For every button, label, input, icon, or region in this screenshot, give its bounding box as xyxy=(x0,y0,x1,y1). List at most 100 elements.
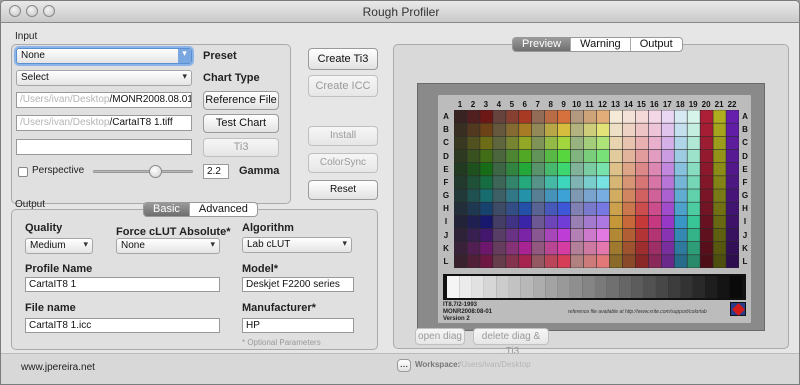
ti3-file-path[interactable] xyxy=(16,139,192,155)
test-chart-path[interactable]: /Users/ivan/Desktop/CartaIT8 1.tiff xyxy=(16,115,192,131)
color-patch xyxy=(454,189,467,202)
color-patch xyxy=(583,123,597,137)
site-link[interactable]: www.jpereira.net xyxy=(21,362,95,373)
color-patch xyxy=(726,176,739,189)
row-label: J xyxy=(443,230,449,240)
color-patch xyxy=(609,123,623,137)
algorithm-select-value: Lab cLUT xyxy=(247,239,291,250)
reference-file-button[interactable]: Reference File xyxy=(203,91,279,110)
create-ti3-button[interactable]: Create Ti3 xyxy=(308,48,378,70)
file-name-input[interactable] xyxy=(25,318,220,333)
reset-button[interactable]: Reset xyxy=(308,180,378,200)
color-patch xyxy=(493,123,506,137)
gamma-slider[interactable] xyxy=(93,165,193,178)
color-patch xyxy=(544,110,558,123)
color-patch xyxy=(700,241,713,255)
perspective-checkbox[interactable] xyxy=(18,167,28,177)
reference-file-path[interactable]: /Users/ivan/Desktop/MONR2008.08.01 xyxy=(16,92,192,108)
color-patch xyxy=(493,110,506,123)
color-patch xyxy=(609,162,623,176)
profile-name-input[interactable] xyxy=(25,277,220,292)
quality-select[interactable]: Medium ▾ xyxy=(25,238,93,254)
color-patch xyxy=(687,189,700,202)
chevron-down-icon: ▾ xyxy=(182,71,187,81)
color-patch xyxy=(480,255,493,268)
color-patch xyxy=(480,136,493,150)
color-patch xyxy=(480,110,493,123)
tab-advanced[interactable]: Advanced xyxy=(190,203,257,216)
tab-warning[interactable]: Warning xyxy=(571,38,631,51)
row-label: H xyxy=(742,204,748,214)
colorsync-button[interactable]: ColorSync xyxy=(308,153,378,173)
color-patch xyxy=(726,255,739,268)
gamma-input[interactable] xyxy=(203,164,229,179)
color-patch xyxy=(570,136,584,150)
input-group-label: Input xyxy=(15,31,38,42)
color-patch xyxy=(687,215,700,229)
color-patch xyxy=(519,228,532,242)
row-label: D xyxy=(742,151,748,161)
algorithm-select[interactable]: Lab cLUT ▾ xyxy=(242,237,352,253)
force-clut-label: Force cLUT Absolute* xyxy=(116,226,231,238)
color-patch xyxy=(493,136,506,150)
gamma-slider-knob[interactable] xyxy=(149,165,162,178)
row-label: A xyxy=(443,112,449,121)
color-patch xyxy=(713,202,726,216)
color-patch xyxy=(713,255,726,268)
tab-output[interactable]: Output xyxy=(631,38,682,51)
color-patch xyxy=(467,255,480,268)
force-clut-select[interactable]: None ▾ xyxy=(116,238,220,254)
color-patch xyxy=(480,241,493,255)
color-patch xyxy=(661,162,674,176)
color-patch xyxy=(661,110,674,123)
color-patch xyxy=(532,202,545,216)
color-patch xyxy=(713,228,726,242)
color-patch xyxy=(700,162,713,176)
color-patch xyxy=(570,149,584,163)
color-patch xyxy=(713,136,726,150)
color-patch xyxy=(454,228,467,242)
row-label: H xyxy=(443,204,449,214)
color-patch xyxy=(544,176,558,189)
tab-preview[interactable]: Preview xyxy=(513,38,572,51)
manufacturer-input[interactable] xyxy=(242,318,354,333)
grey-patch xyxy=(655,276,669,298)
tab-basic[interactable]: Basic xyxy=(144,203,190,216)
color-patch xyxy=(544,215,558,229)
color-patch xyxy=(726,123,739,137)
delete-diag-button[interactable]: delete diag & .Ti3 xyxy=(473,328,549,357)
chart-type-select[interactable]: Select ▾ xyxy=(16,70,192,86)
color-patch xyxy=(467,215,480,229)
title-bar: Rough Profiler xyxy=(1,1,799,23)
color-patch xyxy=(480,228,493,242)
create-icc-button[interactable]: Create ICC xyxy=(308,75,378,97)
row-label: F xyxy=(443,177,449,187)
color-patch xyxy=(493,162,506,176)
color-patch xyxy=(635,149,649,163)
color-patch xyxy=(726,136,739,150)
color-patch xyxy=(687,123,700,137)
color-patch xyxy=(506,241,519,255)
color-patch xyxy=(622,110,636,123)
model-input[interactable] xyxy=(242,277,354,292)
color-patch xyxy=(532,255,545,268)
ti3-button[interactable]: Ti3 xyxy=(203,138,279,157)
perspective-label: Perspective xyxy=(32,165,85,176)
column-label: 1 xyxy=(457,100,463,109)
color-patch xyxy=(480,176,493,189)
row-label: F xyxy=(742,177,748,187)
open-diag-button[interactable]: open diag xyxy=(415,328,465,345)
workspace-browse-button[interactable]: ... xyxy=(397,359,411,372)
color-patch xyxy=(635,189,649,202)
preset-select[interactable]: None ▾ xyxy=(16,48,192,64)
color-patch xyxy=(493,202,506,216)
row-label: B xyxy=(742,125,748,135)
gamma-label: Gamma xyxy=(239,165,280,177)
install-button[interactable]: Install xyxy=(308,126,378,146)
chevron-down-icon: ▾ xyxy=(342,238,347,248)
color-patch xyxy=(687,149,700,163)
test-chart-button[interactable]: Test Chart xyxy=(203,114,279,133)
color-patch xyxy=(493,149,506,163)
color-patch xyxy=(661,215,674,229)
row-label: I xyxy=(444,217,448,227)
